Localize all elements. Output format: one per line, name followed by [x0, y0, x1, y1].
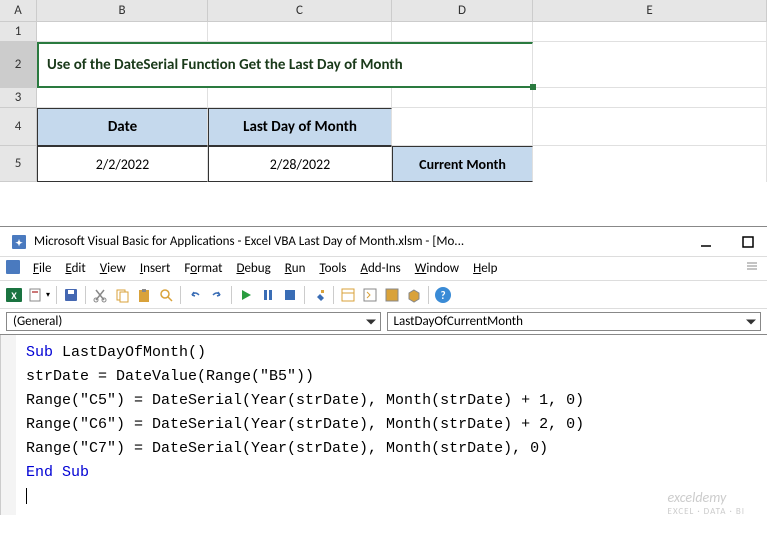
col-header-a[interactable]: A	[0, 0, 37, 21]
menu-help[interactable]: Help	[466, 259, 504, 278]
row-header-3[interactable]: 3	[0, 88, 37, 108]
row-header-5[interactable]: 5	[0, 146, 37, 182]
menu-window[interactable]: Window	[408, 259, 466, 278]
vba-titlebar[interactable]: ✦ Microsoft Visual Basic for Application…	[0, 227, 767, 257]
help-icon[interactable]: ?	[433, 285, 453, 305]
properties-icon[interactable]	[360, 285, 380, 305]
vba-menu-icon	[5, 259, 23, 279]
resize-icon[interactable]	[745, 260, 759, 278]
dropdown-arrow-icon[interactable]: ▾	[46, 290, 50, 300]
excel-icon[interactable]: X	[4, 285, 24, 305]
design-mode-icon[interactable]	[309, 285, 329, 305]
title-cell[interactable]: Use of the DateSerial Function Get the L…	[37, 42, 533, 88]
svg-text:X: X	[11, 289, 17, 302]
menu-view[interactable]: View	[93, 259, 133, 278]
vba-toolbar: X ▾ ?	[0, 281, 767, 309]
vba-menubar: File Edit View Insert Format Debug Run T…	[0, 257, 767, 281]
save-icon[interactable]	[61, 285, 81, 305]
code-line-3: Range("C5") = DateSerial(Year(strDate), …	[20, 389, 763, 413]
vba-app-icon: ✦	[10, 233, 28, 251]
find-icon[interactable]	[156, 285, 176, 305]
vba-editor-window: ✦ Microsoft Visual Basic for Application…	[0, 226, 767, 515]
code-line-4: Range("C6") = DateSerial(Year(strDate), …	[20, 413, 763, 437]
watermark: exceldemy EXCEL · DATA · BI	[668, 489, 745, 517]
redo-icon[interactable]	[207, 285, 227, 305]
project-explorer-icon[interactable]	[338, 285, 358, 305]
minimize-button[interactable]	[699, 235, 713, 249]
menu-debug[interactable]: Debug	[229, 259, 277, 278]
code-line-5: Range("C7") = DateSerial(Year(strDate), …	[20, 437, 763, 461]
keyword-sub: Sub	[26, 344, 53, 361]
row-header-2[interactable]: 2	[0, 42, 37, 88]
menu-file[interactable]: File	[26, 259, 58, 278]
cell-last-day-value[interactable]: 2/28/2022	[208, 146, 392, 182]
column-headers: A B C D E	[0, 0, 767, 22]
cut-icon[interactable]	[90, 285, 110, 305]
row-header-1[interactable]: 1	[0, 22, 37, 42]
menu-tools[interactable]: Tools	[312, 259, 353, 278]
menu-run[interactable]: Run	[278, 259, 313, 278]
undo-icon[interactable]	[185, 285, 205, 305]
menu-edit[interactable]: Edit	[58, 259, 92, 278]
col-header-c[interactable]: C	[208, 0, 392, 21]
menu-addins[interactable]: Add-Ins	[353, 259, 407, 278]
text-cursor	[26, 488, 27, 504]
stop-icon[interactable]	[280, 285, 300, 305]
svg-text:✦: ✦	[15, 238, 23, 249]
code-editor[interactable]: Sub LastDayOfMonth() strDate = DateValue…	[0, 335, 767, 515]
procedure-dropdown[interactable]: LastDayOfCurrentMonth	[387, 312, 762, 331]
procedure-bar: (General) LastDayOfCurrentMonth	[0, 309, 767, 335]
toolbox-icon[interactable]	[404, 285, 424, 305]
maximize-button[interactable]	[741, 235, 755, 249]
cell-current-month[interactable]: Current Month	[392, 146, 533, 182]
row-header-4[interactable]: 4	[0, 108, 37, 146]
col-header-b[interactable]: B	[37, 0, 208, 21]
copy-icon[interactable]	[112, 285, 132, 305]
keyword-end-sub: End Sub	[26, 464, 89, 481]
svg-text:?: ?	[440, 289, 445, 302]
menu-format[interactable]: Format	[177, 259, 229, 278]
vba-window-title: Microsoft Visual Basic for Applications …	[34, 234, 699, 249]
col-header-e[interactable]: E	[533, 0, 767, 21]
object-dropdown[interactable]: (General)	[6, 312, 381, 331]
run-icon[interactable]	[236, 285, 256, 305]
excel-sheet: A B C D E 1 2 Use of the DateSerial Func…	[0, 0, 767, 182]
table-header-last-day[interactable]: Last Day of Month	[208, 108, 392, 146]
object-browser-icon[interactable]	[382, 285, 402, 305]
code-line-2: strDate = DateValue(Range("B5"))	[20, 365, 763, 389]
paste-icon[interactable]	[134, 285, 154, 305]
table-header-date[interactable]: Date	[37, 108, 208, 146]
pause-icon[interactable]	[258, 285, 278, 305]
menu-insert[interactable]: Insert	[133, 259, 178, 278]
insert-module-icon[interactable]	[26, 285, 46, 305]
cell-date-value[interactable]: 2/2/2022	[37, 146, 208, 182]
col-header-d[interactable]: D	[392, 0, 533, 21]
